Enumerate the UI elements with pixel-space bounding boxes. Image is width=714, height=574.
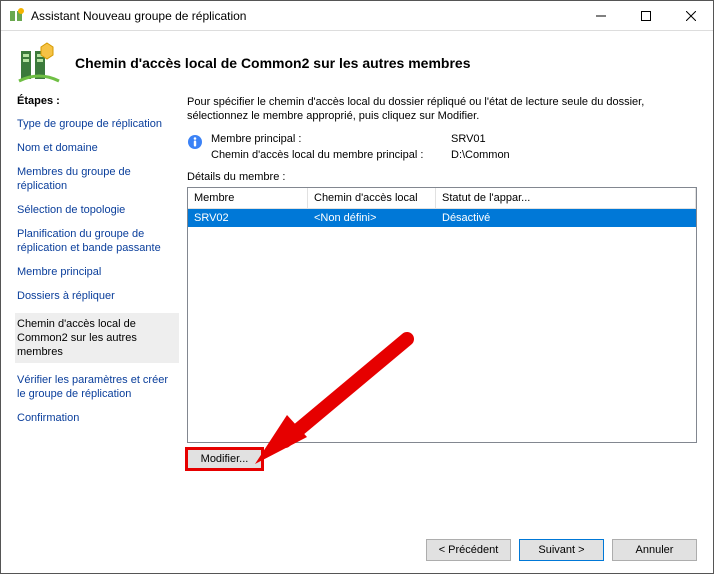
close-button[interactable] bbox=[668, 1, 713, 30]
main-panel: Pour spécifier le chemin d'accès local d… bbox=[187, 95, 697, 527]
minimize-button[interactable] bbox=[578, 1, 623, 30]
step-item[interactable]: Nom et domaine bbox=[17, 141, 179, 155]
col-header-path[interactable]: Chemin d'accès local bbox=[308, 188, 436, 208]
cell-status: Désactivé bbox=[436, 209, 696, 227]
step-item[interactable]: Planification du groupe de réplication e… bbox=[17, 227, 179, 255]
next-button[interactable]: Suivant > bbox=[519, 539, 604, 561]
cancel-button[interactable]: Annuler bbox=[612, 539, 697, 561]
wizard-heading: Chemin d'accès local de Common2 sur les … bbox=[75, 55, 470, 71]
wizard-header: Chemin d'accès local de Common2 sur les … bbox=[1, 31, 713, 89]
step-item[interactable]: Confirmation bbox=[17, 411, 179, 425]
col-header-member[interactable]: Membre bbox=[188, 188, 308, 208]
wizard-window: Assistant Nouveau groupe de réplication … bbox=[0, 0, 714, 574]
step-item[interactable]: Membres du groupe de réplication bbox=[17, 165, 179, 193]
steps-label: Étapes : bbox=[17, 95, 179, 107]
step-item: Chemin d'accès local de Common2 sur les … bbox=[15, 313, 179, 363]
intro-text: Pour spécifier le chemin d'accès local d… bbox=[187, 95, 697, 123]
previous-button[interactable]: < Précédent bbox=[426, 539, 511, 561]
wizard-icon bbox=[17, 41, 61, 85]
step-item[interactable]: Type de groupe de réplication bbox=[17, 117, 179, 131]
step-item[interactable]: Vérifier les paramètres et créer le grou… bbox=[17, 373, 179, 401]
grid-header: Membre Chemin d'accès local Statut de l'… bbox=[188, 188, 696, 209]
primary-path-value: D:\Common bbox=[451, 149, 510, 161]
window-title: Assistant Nouveau groupe de réplication bbox=[31, 9, 578, 23]
details-label: Détails du membre : bbox=[187, 171, 697, 183]
primary-member-value: SRV01 bbox=[451, 133, 510, 145]
info-icon bbox=[187, 134, 203, 150]
steps-sidebar: Étapes : Type de groupe de réplication No… bbox=[17, 95, 187, 527]
cell-member: SRV02 bbox=[188, 209, 308, 227]
titlebar: Assistant Nouveau groupe de réplication bbox=[1, 1, 713, 31]
modify-button[interactable]: Modifier... bbox=[187, 449, 262, 469]
member-details-grid[interactable]: Membre Chemin d'accès local Statut de l'… bbox=[187, 187, 697, 443]
wizard-footer: < Précédent Suivant > Annuler bbox=[1, 527, 713, 573]
primary-member-label: Membre principal : bbox=[211, 133, 451, 145]
step-item[interactable]: Sélection de topologie bbox=[17, 203, 179, 217]
maximize-button[interactable] bbox=[623, 1, 668, 30]
col-header-status[interactable]: Statut de l'appar... bbox=[436, 188, 696, 208]
step-item[interactable]: Dossiers à répliquer bbox=[17, 289, 179, 303]
cell-path: <Non défini> bbox=[308, 209, 436, 227]
step-item[interactable]: Membre principal bbox=[17, 265, 179, 279]
app-icon bbox=[9, 8, 25, 24]
grid-row[interactable]: SRV02<Non défini>Désactivé bbox=[188, 209, 696, 227]
info-block: Membre principal : SRV01 Chemin d'accès … bbox=[187, 133, 697, 161]
primary-path-label: Chemin d'accès local du membre principal… bbox=[211, 149, 451, 161]
